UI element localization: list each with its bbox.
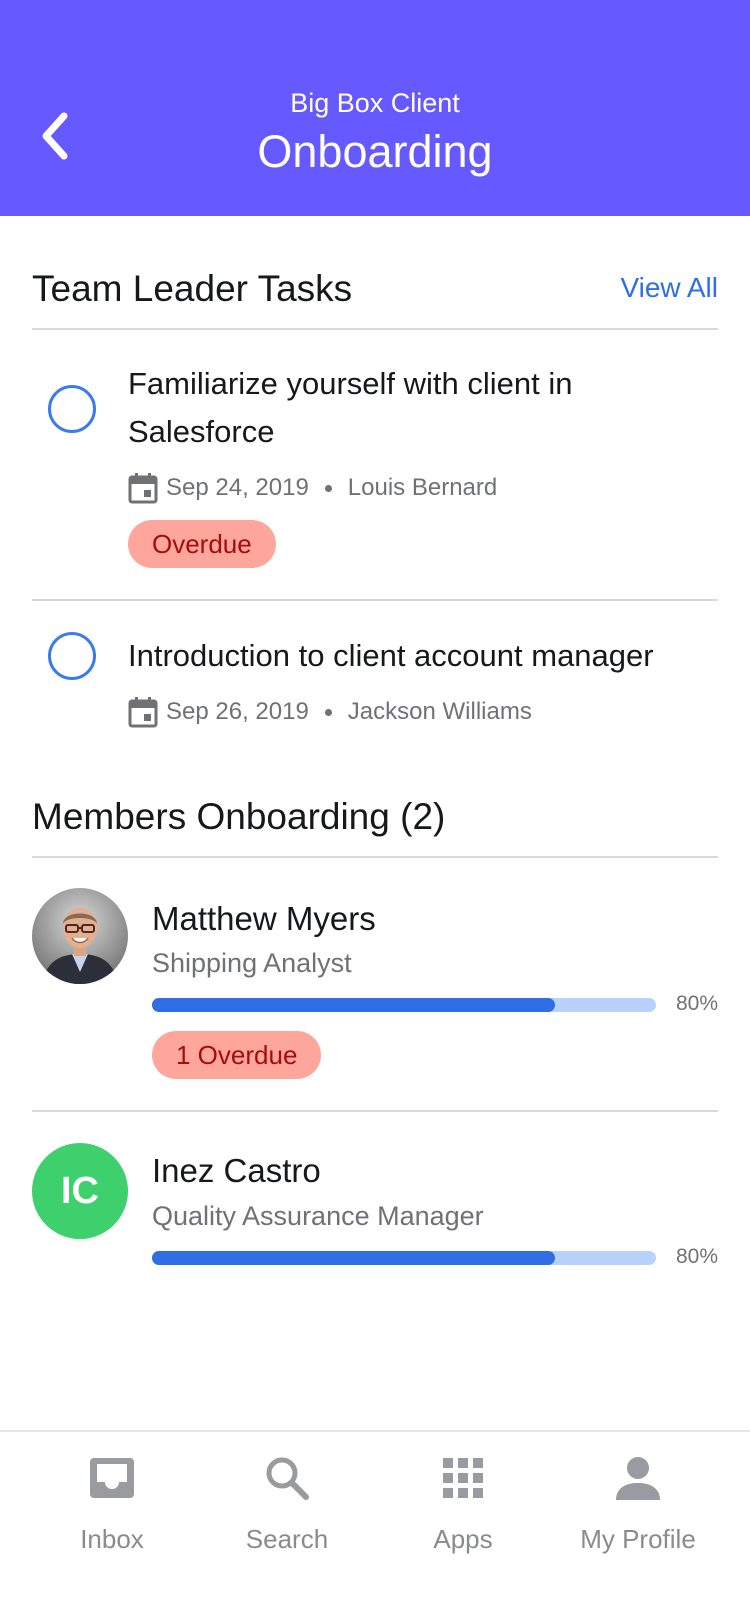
member-name: Inez Castro — [152, 1152, 321, 1189]
page-title: Onboarding — [257, 126, 493, 177]
progress-percent: 80% — [675, 992, 718, 1015]
member-item[interactable]: IC Inez Castro Quality Assurance Manager… — [32, 1143, 718, 1273]
progress-percent: 80% — [675, 1245, 718, 1268]
member-item[interactable]: Matthew Myers Shipping Analyst 80% 1 Ove… — [32, 888, 718, 1079]
task-item[interactable]: Introduction to client account manager S… — [32, 632, 718, 732]
divider — [32, 328, 718, 330]
divider — [32, 856, 718, 858]
profile-icon — [616, 1457, 660, 1500]
tab-apps[interactable]: Apps — [369, 1432, 557, 1582]
search-icon — [266, 1457, 309, 1500]
progress-fill — [152, 1251, 556, 1265]
overdue-badge: 1 Overdue — [152, 1031, 322, 1079]
view-all-link[interactable]: View All — [620, 272, 718, 304]
task-date: Sep 24, 2019 — [166, 474, 309, 501]
task-date: Sep 26, 2019 — [166, 698, 309, 725]
members-section-title: Members Onboarding (2) — [32, 796, 446, 837]
avatar-photo — [32, 888, 128, 984]
inbox-icon — [90, 1458, 134, 1498]
overdue-badge: Overdue — [128, 520, 276, 568]
task-item[interactable]: Familiarize yourself with client in Sale… — [32, 360, 718, 586]
task-meta: Sep 24, 2019 Louis Bernard — [128, 470, 497, 506]
task-title: Introduction to client account manager — [128, 638, 654, 673]
task-meta: Sep 26, 2019 Jackson Williams — [128, 694, 532, 730]
tab-label: Inbox — [80, 1524, 144, 1554]
progress-bar — [152, 998, 656, 1012]
avatar: IC — [32, 1143, 128, 1239]
calendar-icon — [128, 697, 158, 728]
separator-dot — [324, 484, 332, 492]
divider — [32, 1110, 718, 1112]
task-checkbox[interactable] — [48, 632, 96, 680]
tasks-section-title: Team Leader Tasks — [32, 268, 353, 309]
member-name: Matthew Myers — [152, 900, 376, 937]
task-assignee: Jackson Williams — [347, 698, 532, 725]
apps-grid-icon — [443, 1458, 483, 1498]
member-role: Quality Assurance Manager — [152, 1201, 484, 1231]
calendar-icon — [128, 473, 158, 504]
tab-bar: Inbox Search Apps My Profile — [0, 1430, 750, 1624]
tab-label: Search — [245, 1524, 329, 1554]
task-assignee: Louis Bernard — [347, 474, 498, 501]
tab-search[interactable]: Search — [193, 1432, 381, 1582]
avatar — [32, 888, 128, 984]
tab-inbox[interactable]: Inbox — [18, 1432, 206, 1582]
tab-my-profile[interactable]: My Profile — [544, 1432, 732, 1582]
header-bar: Big Box Client Onboarding — [0, 0, 750, 216]
tab-label: Apps — [433, 1524, 493, 1554]
progress-bar — [152, 1251, 656, 1265]
member-role: Shipping Analyst — [152, 948, 352, 978]
progress-fill — [152, 998, 556, 1012]
divider — [32, 599, 718, 601]
task-title: Familiarize yourself with client in Sale… — [128, 366, 573, 449]
header-subtitle: Big Box Client — [290, 88, 460, 118]
separator-dot — [324, 708, 332, 716]
task-checkbox[interactable] — [48, 385, 96, 433]
tab-label: My Profile — [580, 1524, 696, 1554]
